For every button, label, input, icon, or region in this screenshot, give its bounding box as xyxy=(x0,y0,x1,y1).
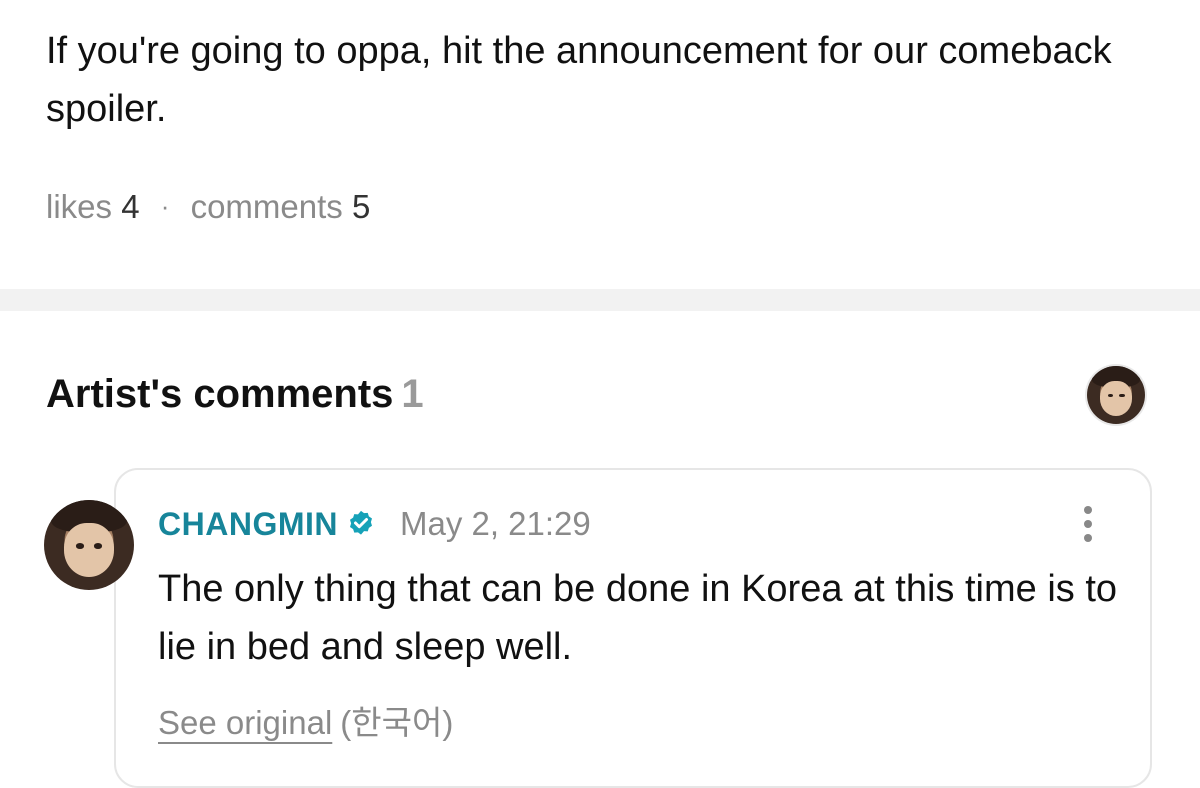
artist-avatar-icon[interactable] xyxy=(1087,366,1145,424)
original-language-label: (한국어) xyxy=(340,704,454,741)
verified-badge-icon xyxy=(349,510,372,535)
post-stats: likes 4 · comments 5 xyxy=(46,188,370,226)
artist-comments-heading: Artist's comments 1 xyxy=(46,372,424,417)
stats-separator: · xyxy=(160,191,170,221)
section-divider xyxy=(0,289,1200,311)
commenter-avatar[interactable] xyxy=(44,500,134,590)
comment-timestamp: May 2, 21:29 xyxy=(399,505,591,542)
comment-text: The only thing that can be done in Korea… xyxy=(158,568,1118,668)
comment-author[interactable]: CHANGMIN xyxy=(158,506,338,543)
likes-count: 4 xyxy=(121,188,140,225)
see-original-link[interactable]: See original xyxy=(158,704,332,741)
more-options-icon[interactable] xyxy=(1078,506,1098,546)
comments-count: 5 xyxy=(351,188,371,225)
see-original-row: See original (한국어) xyxy=(158,696,453,744)
artist-comments-count: 1 xyxy=(401,372,424,416)
post-text: If you're going to oppa, hit the announc… xyxy=(46,30,1112,130)
likes-label[interactable]: likes xyxy=(46,188,112,225)
artist-comments-title: Artist's comments xyxy=(46,372,394,416)
comment-header: CHANGMIN May 2, 21:29 xyxy=(158,505,591,543)
comments-label[interactable]: comments xyxy=(191,188,343,225)
